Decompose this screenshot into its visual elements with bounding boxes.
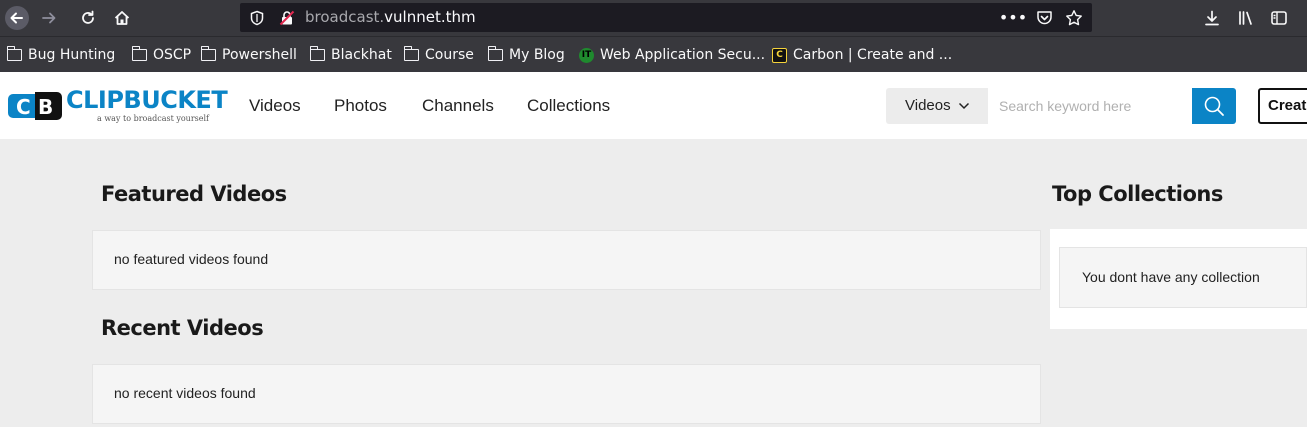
url-domain: vulnnet.thm	[384, 8, 476, 26]
nav-videos[interactable]: Videos	[249, 72, 301, 139]
home-button[interactable]	[107, 3, 137, 33]
url-subdomain: broadcast.	[305, 8, 385, 26]
bookmark-folder[interactable]: OSCP	[131, 37, 192, 73]
create-button[interactable]: Create	[1258, 88, 1307, 124]
reload-button[interactable]	[73, 3, 103, 33]
insecure-lock-icon[interactable]	[276, 3, 298, 32]
library-icon	[1239, 11, 1252, 25]
logo-text[interactable]: CLIPBUCKET	[66, 86, 228, 114]
folder-icon	[131, 46, 147, 61]
search-type-dropdown[interactable]: Videos	[886, 88, 988, 124]
bookmarks-toolbar: Bug Hunting OSCP Powershell Blackhat Cou…	[0, 36, 1307, 72]
search-icon	[1204, 96, 1224, 116]
tracking-shield-icon[interactable]	[246, 3, 268, 32]
forward-button[interactable]	[34, 3, 64, 33]
folder-icon	[6, 46, 22, 61]
svg-text:B: B	[38, 95, 53, 119]
clipbucket-logo-icon[interactable]: C B	[7, 90, 63, 122]
featured-empty-text: no featured videos found	[114, 251, 269, 267]
page-actions-icon[interactable]: •••	[999, 3, 1027, 32]
bookmark-label: My Blog	[509, 47, 565, 63]
forward-arrow-icon	[42, 12, 56, 24]
bookmark-folder[interactable]: Bug Hunting	[6, 37, 116, 73]
featured-videos-panel: no featured videos found	[92, 230, 1041, 290]
top-collections-heading: Top Collections	[1052, 182, 1223, 206]
reload-icon	[82, 10, 94, 24]
folder-icon	[200, 46, 216, 61]
downloads-button[interactable]	[1197, 3, 1227, 33]
bookmark-label: Course	[425, 47, 474, 63]
url-bar[interactable]: broadcast.vulnnet.thm •••	[240, 3, 1092, 32]
folder-icon	[403, 46, 419, 61]
recent-videos-heading: Recent Videos	[101, 316, 264, 340]
bookmark-folder[interactable]: Powershell	[200, 37, 297, 73]
bookmark-label: Carbon | Create and ...	[793, 47, 953, 63]
search-button[interactable]	[1192, 88, 1236, 124]
bookmark-label: Powershell	[222, 47, 297, 63]
nav-channels[interactable]: Channels	[422, 72, 494, 139]
folder-icon	[487, 46, 503, 61]
nav-collections[interactable]: Collections	[527, 72, 610, 139]
carbon-favicon-icon: C	[772, 47, 787, 63]
url-text[interactable]: broadcast.vulnnet.thm	[305, 3, 476, 32]
bookmark-label: Blackhat	[331, 47, 392, 63]
bookmark-label: Bug Hunting	[28, 47, 116, 63]
pocket-icon[interactable]	[1032, 3, 1056, 32]
sidebar-icon	[1271, 11, 1287, 25]
recent-videos-panel: no recent videos found	[92, 364, 1041, 424]
sidebar-toggle-button[interactable]	[1264, 3, 1294, 33]
browser-toolbar: broadcast.vulnnet.thm •••	[0, 0, 1307, 36]
library-button[interactable]	[1231, 3, 1261, 33]
bookmark-link[interactable]: IT Web Application Secu...	[579, 37, 765, 73]
top-collections-panel: You dont have any collection	[1059, 247, 1307, 308]
nav-photos[interactable]: Photos	[334, 72, 387, 139]
svg-text:C: C	[16, 95, 31, 119]
collections-empty-text: You dont have any collection	[1082, 269, 1260, 285]
bookmark-folder[interactable]: My Blog	[487, 37, 565, 73]
search-input[interactable]	[988, 88, 1192, 124]
bookmark-label: OSCP	[153, 47, 192, 63]
web-app-security-favicon-icon: IT	[579, 47, 594, 63]
back-arrow-icon	[5, 6, 29, 30]
download-icon	[1205, 10, 1219, 26]
search-type-label: Videos	[905, 97, 951, 114]
featured-videos-heading: Featured Videos	[101, 182, 287, 206]
bookmark-star-icon[interactable]	[1062, 3, 1086, 32]
bookmark-link[interactable]: C Carbon | Create and ...	[772, 37, 952, 73]
home-icon	[114, 11, 130, 25]
bookmark-label: Web Application Secu...	[600, 47, 766, 63]
bookmark-folder[interactable]: Course	[403, 37, 474, 73]
bookmark-folder[interactable]: Blackhat	[309, 37, 392, 73]
logo-tagline: a way to broadcast yourself	[97, 114, 210, 123]
folder-icon	[309, 46, 325, 61]
back-button[interactable]	[2, 3, 32, 33]
chevron-down-icon	[958, 102, 970, 110]
recent-empty-text: no recent videos found	[114, 385, 256, 401]
